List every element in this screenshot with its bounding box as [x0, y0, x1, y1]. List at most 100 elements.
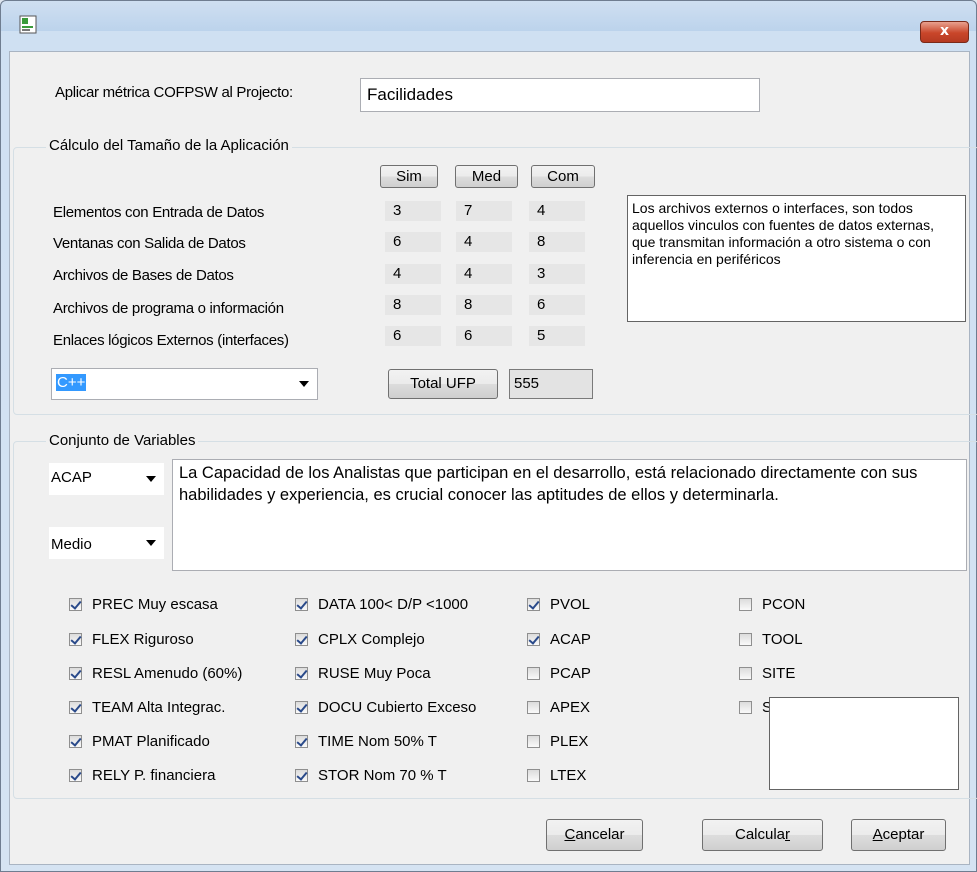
checkbox-box[interactable] — [527, 768, 540, 782]
row-label-programa: Archivos de programa o información — [53, 300, 284, 317]
cancel-label: ancelar — [575, 826, 625, 843]
value-cell: 6 — [529, 295, 585, 315]
variable-select[interactable]: ACAP — [48, 462, 165, 496]
checkbox-tool[interactable]: TOOL — [739, 629, 803, 649]
checkbox-box[interactable] — [69, 700, 82, 714]
checkbox-box[interactable] — [295, 768, 308, 782]
row-label-entrada: Elementos con Entrada de Datos — [53, 204, 265, 221]
checkbox-docu[interactable]: DOCU Cubierto Exceso — [295, 697, 476, 717]
checkbox-plex[interactable]: PLEX — [527, 731, 588, 751]
total-ufp-button[interactable]: Total UFP — [388, 369, 498, 399]
checkbox-pmat[interactable]: PMAT Planificado — [69, 731, 210, 751]
checkbox-box[interactable] — [295, 734, 308, 748]
calculate-button[interactable]: Calcular — [702, 819, 823, 851]
value-cell: 8 — [456, 295, 512, 315]
value-cell: 5 — [529, 326, 585, 346]
checkbox-label: PCON — [762, 595, 806, 613]
total-ufp-value: 555 — [509, 369, 593, 399]
checkbox-pcon[interactable]: PCON — [739, 594, 805, 614]
checkbox-label: PREC Muy escasa — [92, 595, 218, 613]
variables-group-title: Conjunto de Variables — [46, 432, 199, 449]
checkbox-box[interactable] — [69, 632, 82, 646]
header-com-button[interactable]: Com — [531, 165, 595, 188]
accept-label: ceptar — [882, 826, 925, 843]
checkbox-label: PCAP — [550, 664, 591, 682]
checkbox-box[interactable] — [739, 632, 752, 646]
checkbox-box[interactable] — [739, 597, 752, 611]
accept-button[interactable]: Aceptar — [851, 819, 946, 851]
checkbox-label: FLEX Riguroso — [92, 630, 194, 648]
checkbox-box[interactable] — [295, 700, 308, 714]
value-cell: 8 — [385, 295, 441, 315]
checkbox-pcap[interactable]: PCAP — [527, 663, 591, 683]
checkbox-label: PMAT Planificado — [92, 732, 210, 750]
checkbox-box[interactable] — [69, 597, 82, 611]
checkbox-label: DATA 100< D/P <1000 — [318, 595, 469, 613]
checkbox-label: TIME Nom 50% T — [318, 732, 437, 750]
row-label-ventanas: Ventanas con Salida de Datos — [53, 235, 246, 252]
header-med-button[interactable]: Med — [455, 165, 518, 188]
cancel-button[interactable]: Cancelar — [546, 819, 643, 851]
checkbox-box[interactable] — [295, 666, 308, 680]
checkbox-s[interactable]: S — [739, 697, 772, 717]
checkbox-ltex[interactable]: LTEX — [527, 765, 586, 785]
checkbox-acap[interactable]: ACAP — [527, 629, 591, 649]
title-bar[interactable]: x — [1, 1, 976, 43]
project-input[interactable]: Facilidades — [360, 78, 760, 112]
size-group-title: Cálculo del Tamaño de la Aplicación — [46, 137, 292, 154]
checkbox-box[interactable] — [527, 666, 540, 680]
checkbox-box[interactable] — [295, 632, 308, 646]
calculate-mnemonic: r — [785, 826, 791, 843]
dialog-client-area: Aplicar métrica COFPSW al Projecto: Faci… — [9, 51, 977, 865]
chevron-down-icon — [146, 476, 156, 482]
checkbox-ruse[interactable]: RUSE Muy Poca — [295, 663, 431, 683]
info-text-box: Los archivos externos o interfaces, son … — [627, 195, 966, 322]
overlay-panel — [769, 697, 959, 790]
checkbox-prec[interactable]: PREC Muy escasa — [69, 594, 218, 614]
checkbox-resl[interactable]: RESL Amenudo (60%) — [69, 663, 242, 683]
checkbox-box[interactable] — [739, 700, 752, 714]
checkbox-stor[interactable]: STOR Nom 70 % T — [295, 765, 447, 785]
checkbox-label: CPLX Complejo — [318, 630, 425, 648]
app-icon — [19, 15, 37, 34]
cancel-mnemonic: C — [564, 826, 576, 843]
checkbox-time[interactable]: TIME Nom 50% T — [295, 731, 437, 751]
checkbox-site[interactable]: SITE — [739, 663, 795, 683]
checkbox-cplx[interactable]: CPLX Complejo — [295, 629, 425, 649]
checkbox-box[interactable] — [295, 597, 308, 611]
level-select[interactable]: Medio — [48, 526, 165, 560]
checkbox-box[interactable] — [527, 597, 540, 611]
checkbox-rely[interactable]: RELY P. financiera — [69, 765, 215, 785]
checkbox-flex[interactable]: FLEX Riguroso — [69, 629, 194, 649]
value-cell: 3 — [529, 264, 585, 284]
checkbox-label: PVOL — [550, 595, 591, 613]
language-selected-value: C++ — [56, 374, 87, 391]
checkbox-label: RESL Amenudo (60%) — [92, 664, 243, 682]
accept-mnemonic: A — [872, 826, 883, 843]
checkbox-data[interactable]: DATA 100< D/P <1000 — [295, 594, 468, 614]
header-sim-button[interactable]: Sim — [380, 165, 438, 188]
checkbox-team[interactable]: TEAM Alta Integrac. — [69, 697, 225, 717]
checkbox-box[interactable] — [527, 734, 540, 748]
checkbox-box[interactable] — [527, 700, 540, 714]
variable-description-box[interactable]: La Capacidad de los Analistas que partic… — [172, 459, 967, 571]
checkbox-box[interactable] — [69, 734, 82, 748]
close-button[interactable]: x — [920, 21, 969, 43]
checkbox-label: ACAP — [550, 630, 591, 648]
row-label-enlaces: Enlaces lógicos Externos (interfaces) — [53, 332, 289, 349]
checkbox-box[interactable] — [69, 768, 82, 782]
checkbox-pvol[interactable]: PVOL — [527, 594, 590, 614]
checkbox-box[interactable] — [739, 666, 752, 680]
row-label-bases: Archivos de Bases de Datos — [53, 267, 234, 284]
checkbox-label: RUSE Muy Poca — [318, 664, 431, 682]
value-cell: 4 — [529, 201, 585, 221]
checkbox-label: PLEX — [550, 732, 589, 750]
dialog-window: x Aplicar métrica COFPSW al Projecto: Fa… — [0, 0, 977, 872]
checkbox-box[interactable] — [69, 666, 82, 680]
checkbox-label: APEX — [550, 698, 591, 716]
language-select[interactable]: C++ — [51, 368, 318, 400]
checkbox-box[interactable] — [527, 632, 540, 646]
value-cell: 4 — [456, 232, 512, 252]
checkbox-label: SITE — [762, 664, 796, 682]
checkbox-apex[interactable]: APEX — [527, 697, 590, 717]
